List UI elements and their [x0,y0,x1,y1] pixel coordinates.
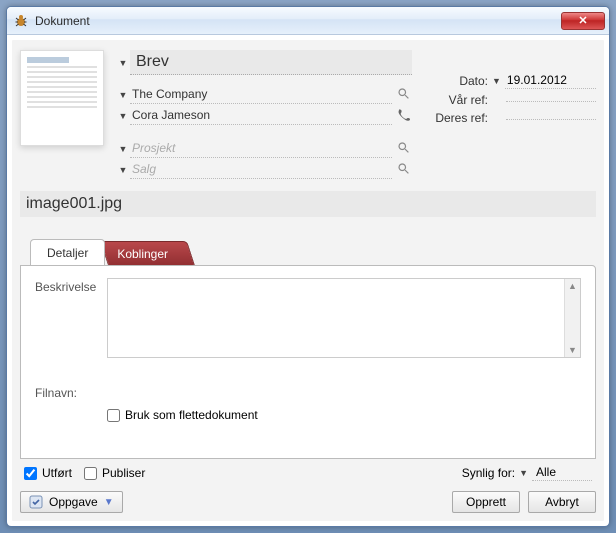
dropdown-icon[interactable]: ▼ [118,58,128,68]
scrollbar[interactable]: ▲ ▼ [564,279,580,357]
dropdown-icon[interactable]: ▼ [118,111,128,121]
phone-icon[interactable] [394,108,412,124]
merge-label: Bruk som flettedokument [125,408,258,422]
close-button[interactable]: ✕ [561,12,605,30]
file-title-field[interactable]: image001.jpg [20,191,596,217]
create-button[interactable]: Opprett [452,491,520,513]
scroll-up-icon[interactable]: ▲ [568,281,577,291]
chevron-down-icon: ▼ [104,497,114,508]
task-icon [29,495,43,509]
publish-checkbox-row[interactable]: Publiser [84,466,145,480]
dialog-window: Dokument ✕ ▼ Brev ▼ The Company [6,6,610,527]
publish-checkbox[interactable] [84,467,97,480]
search-icon[interactable] [394,162,412,178]
content-area: ▼ Brev ▼ The Company ▼ Cora Jameson [11,39,605,522]
company-field[interactable]: The Company [130,85,392,104]
our-ref-label: Vår ref: [426,93,488,107]
close-icon: ✕ [578,14,587,27]
description-label: Beskrivelse [35,278,99,294]
tab-details[interactable]: Detaljer [30,239,105,265]
task-label: Oppgave [49,495,98,509]
document-preview[interactable] [20,50,104,146]
dropdown-icon[interactable]: ▼ [118,90,128,100]
their-ref-field[interactable] [506,117,596,120]
task-menu-button[interactable]: Oppgave ▼ [20,491,123,513]
tab-links[interactable]: Koblinger [100,241,195,265]
tabs: Detaljer Koblinger [20,239,596,265]
cancel-button[interactable]: Avbryt [528,491,596,513]
sale-field[interactable]: Salg [130,160,392,179]
publish-label: Publiser [102,466,145,480]
main-fields: ▼ Brev ▼ The Company ▼ Cora Jameson [118,50,412,179]
dropdown-icon[interactable]: ▼ [492,76,501,86]
merge-checkbox[interactable] [107,409,120,422]
description-textarea[interactable]: ▲ ▼ [107,278,581,358]
date-field[interactable]: 19.01.2012 [505,72,596,89]
window-title: Dokument [35,14,561,28]
titlebar[interactable]: Dokument ✕ [7,7,609,35]
scroll-down-icon[interactable]: ▼ [568,345,577,355]
done-label: Utført [42,466,72,480]
dropdown-icon[interactable]: ▼ [118,165,128,175]
tab-pane-details: Beskrivelse ▲ ▼ Filnavn: Bruk som flette… [20,265,596,459]
our-ref-field[interactable] [506,99,596,102]
visible-for-label: Synlig for: [462,466,515,480]
app-icon [13,13,29,29]
status-bar: Utført Publiser Synlig for: ▼ Alle [20,463,596,483]
their-ref-label: Deres ref: [426,111,488,125]
dropdown-icon[interactable]: ▼ [118,144,128,154]
search-icon[interactable] [394,141,412,157]
contact-field[interactable]: Cora Jameson [130,106,392,125]
footer: Oppgave ▼ Opprett Avbryt [20,491,596,513]
done-checkbox[interactable] [24,467,37,480]
dropdown-icon[interactable]: ▼ [519,468,528,478]
merge-checkbox-row[interactable]: Bruk som flettedokument [107,408,258,422]
tab-label: Koblinger [118,247,169,261]
done-checkbox-row[interactable]: Utført [24,466,72,480]
tab-label: Detaljer [47,246,88,260]
document-type-field[interactable]: Brev [130,50,412,75]
header-row: ▼ Brev ▼ The Company ▼ Cora Jameson [20,50,596,179]
search-icon[interactable] [394,87,412,103]
visible-for-field[interactable]: Alle [532,465,592,481]
meta-fields: Dato: ▼ 19.01.2012 Vår ref: Deres ref: [426,50,596,179]
date-label: Dato: [426,74,488,88]
project-field[interactable]: Prosjekt [130,139,392,158]
filename-label: Filnavn: [35,384,99,400]
